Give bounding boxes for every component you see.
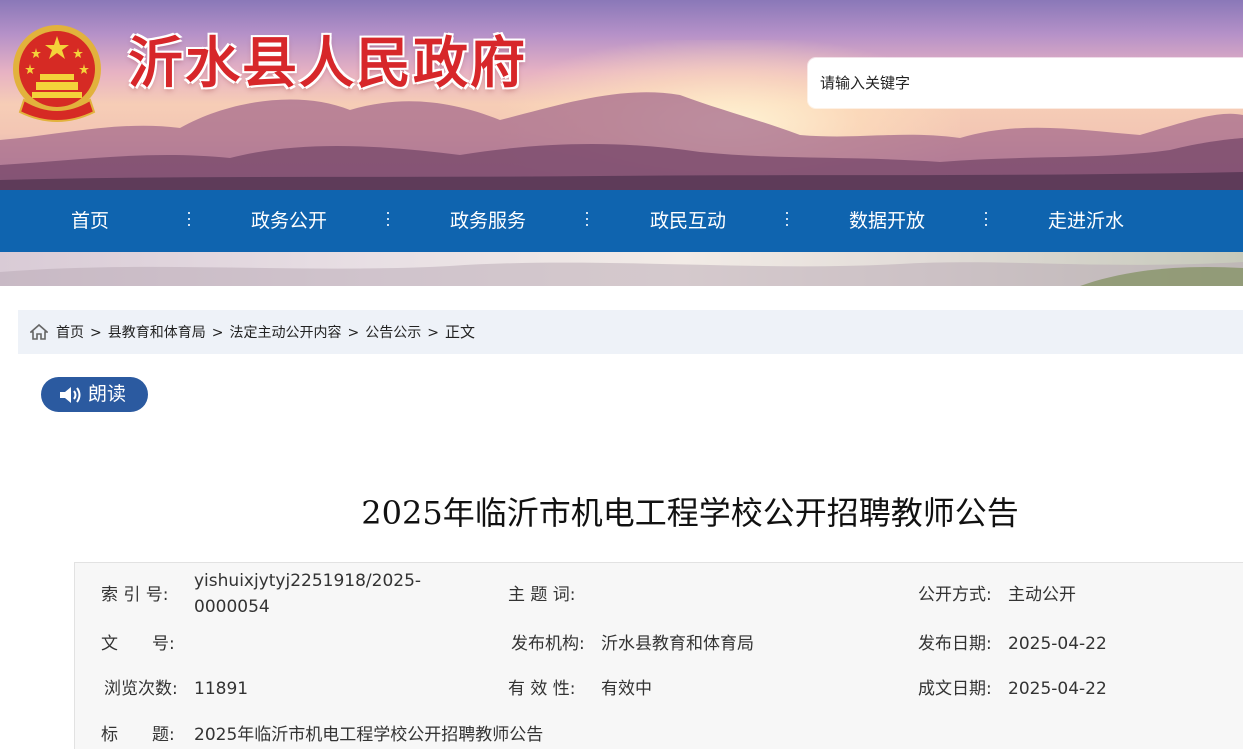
meta-label-doc-no: 文 号: <box>101 634 175 654</box>
meta-value-publisher: 沂水县教育和体育局 <box>601 634 754 654</box>
meta-label-views: 浏览次数: <box>104 679 178 699</box>
meta-label-disclosure: 公开方式: <box>918 585 992 605</box>
nav-item-gov-services[interactable]: 政务服务 <box>403 190 573 252</box>
nav-separator <box>585 212 589 230</box>
read-aloud-label: 朗读 <box>88 383 127 405</box>
search-input[interactable] <box>808 58 1243 108</box>
meta-label-title: 标 题: <box>101 725 175 745</box>
metadata-table: 索 引 号: yishuixjytyj2251918/2025- 0000054… <box>74 562 1243 749</box>
breadcrumb-link-education-bureau[interactable]: 县教育和体育局 <box>108 325 206 341</box>
nav-separator <box>984 212 988 230</box>
meta-value-index-no-line1: yishuixjytyj2251918/2025- <box>194 571 422 591</box>
meta-value-created-date: 2025-04-22 <box>1008 679 1107 699</box>
nav-item-home[interactable]: 首页 <box>5 190 175 252</box>
breadcrumb-separator: > <box>347 325 360 341</box>
search-box[interactable] <box>808 58 1243 108</box>
header-banner: 沂水县人民政府 <box>0 0 1243 190</box>
landscape-decoration <box>0 262 1243 286</box>
nav-item-about-yishui[interactable]: 走进沂水 <box>1001 190 1171 252</box>
article-title: 2025年临沂市机电工程学校公开招聘教师公告 <box>361 494 1019 532</box>
meta-value-index-no-line2: 0000054 <box>194 597 270 617</box>
main-nav: 首页 政务公开 政务服务 政民互动 数据开放 走进沂水 <box>0 190 1243 252</box>
breadcrumb: 首页 > 县教育和体育局 > 法定主动公开内容 > 公告公示 > 正文 <box>18 310 1243 354</box>
nav-separator <box>386 212 390 230</box>
breadcrumb-current: 正文 <box>444 323 475 341</box>
speaker-icon <box>60 387 81 403</box>
nav-separator <box>187 212 191 230</box>
meta-value-validity: 有效中 <box>601 679 652 699</box>
banner-lower-strip <box>0 252 1243 286</box>
home-icon <box>30 323 48 340</box>
nav-item-gov-affairs[interactable]: 政务公开 <box>204 190 374 252</box>
meta-label-publisher: 发布机构: <box>511 634 585 654</box>
meta-value-disclosure: 主动公开 <box>1008 585 1076 605</box>
meta-value-title: 2025年临沂市机电工程学校公开招聘教师公告 <box>194 725 544 745</box>
breadcrumb-separator: > <box>427 325 439 341</box>
meta-label-created-date: 成文日期: <box>918 679 992 699</box>
breadcrumb-separator: > <box>211 325 224 341</box>
site-title[interactable]: 沂水县人民政府 <box>128 36 527 91</box>
meta-label-keywords: 主 题 词: <box>508 585 576 605</box>
breadcrumb-link-home[interactable]: 首页 <box>56 325 84 341</box>
nav-separator <box>785 212 789 230</box>
meta-label-publish-date: 发布日期: <box>918 634 992 654</box>
breadcrumb-link-statutory-disclosure[interactable]: 法定主动公开内容 <box>229 325 341 341</box>
meta-label-index-no: 索 引 号: <box>101 585 169 605</box>
read-aloud-button[interactable]: 朗读 <box>41 377 148 412</box>
national-emblem-icon <box>13 25 101 122</box>
meta-label-validity: 有 效 性: <box>508 679 576 699</box>
nav-item-interaction[interactable]: 政民互动 <box>603 190 773 252</box>
breadcrumb-separator: > <box>90 325 102 341</box>
meta-value-publish-date: 2025-04-22 <box>1008 634 1107 654</box>
nav-item-open-data[interactable]: 数据开放 <box>802 190 972 252</box>
breadcrumb-link-announcements[interactable]: 公告公示 <box>365 325 421 341</box>
meta-value-views: 11891 <box>194 679 249 699</box>
